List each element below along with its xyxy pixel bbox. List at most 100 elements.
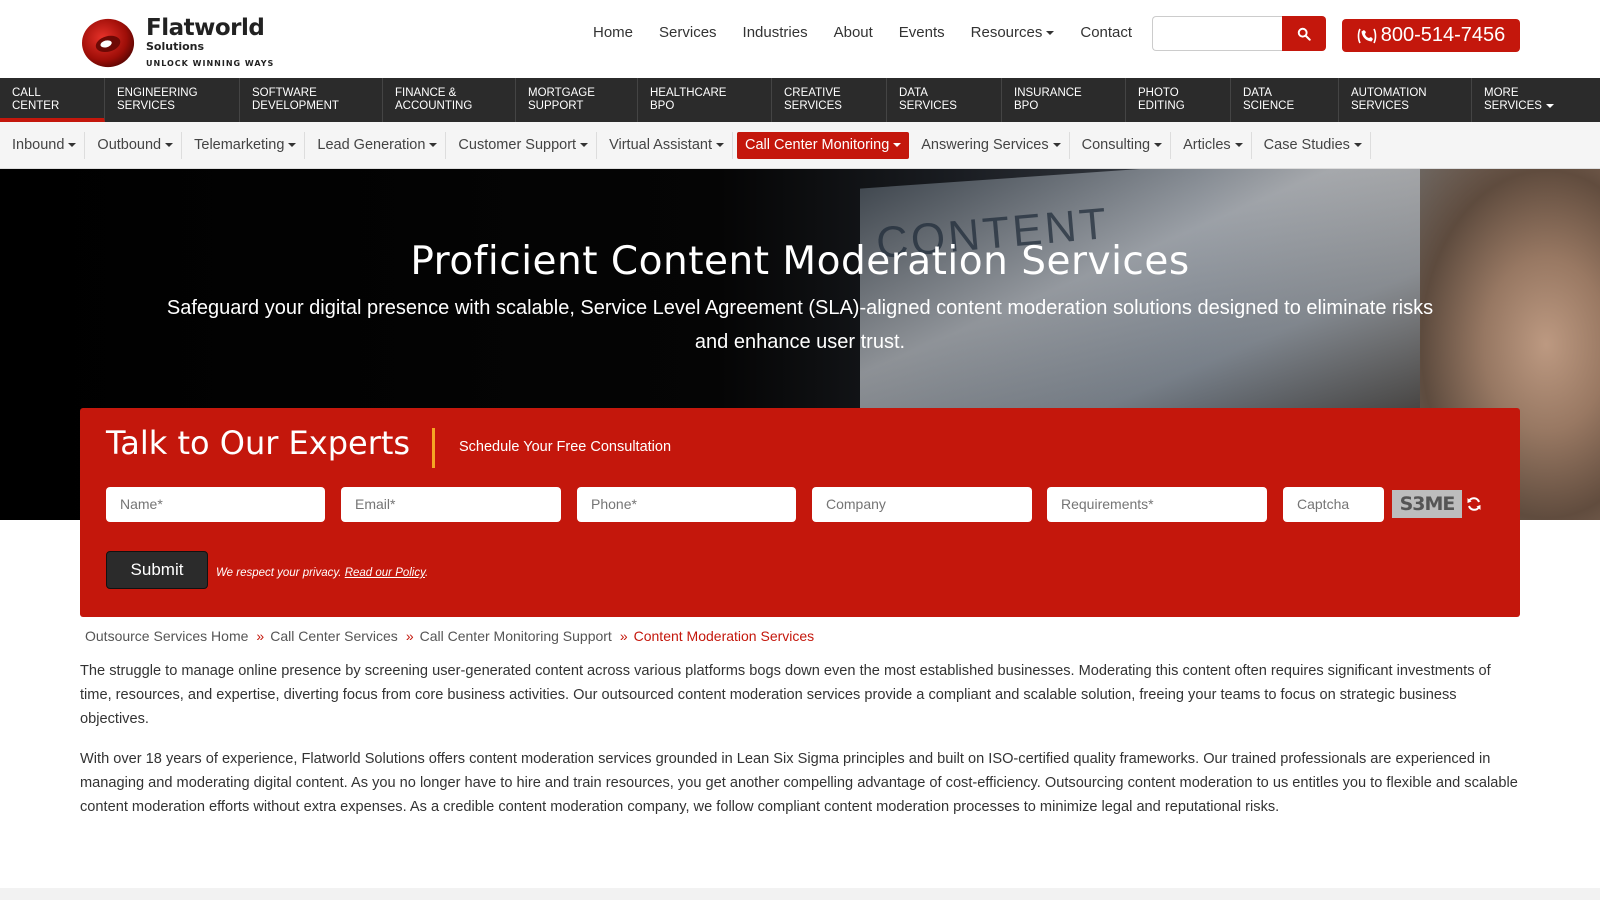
mainnav-label: MORE [1484, 87, 1519, 99]
subnav-label: Outbound [97, 136, 162, 153]
mainnav-label: CENTER [12, 100, 60, 112]
top-nav: Home Services Industries About Events Re… [580, 23, 1145, 43]
chevron-down-icon [1545, 103, 1554, 108]
subnav-case-studies[interactable]: Case Studies [1256, 131, 1371, 159]
mainnav-more-services[interactable]: MORE SERVICES [1472, 78, 1600, 122]
mainnav-label: DATA [899, 87, 928, 99]
mainnav-label: ACCOUNTING [395, 100, 473, 112]
subnav-answering-services[interactable]: Answering Services [913, 131, 1070, 159]
subnav-inbound[interactable]: Inbound [4, 131, 86, 159]
breadcrumb-separator: » [256, 628, 265, 644]
subnav-customer-support[interactable]: Customer Support [450, 131, 598, 159]
chevron-down-icon [288, 142, 297, 147]
mainnav-mortgage-support[interactable]: MORTGAGE SUPPORT [516, 78, 638, 122]
mainnav-software-development[interactable]: SOFTWARE DEVELOPMENT [240, 78, 383, 122]
subnav-label: Customer Support [458, 136, 577, 153]
mainnav-label: CREATIVE [784, 87, 841, 99]
subnav-telemarketing[interactable]: Telemarketing [186, 131, 306, 159]
mainnav-label: SCIENCE [1243, 100, 1295, 112]
chevron-down-icon [1052, 142, 1061, 147]
mainnav-label: SERVICES [117, 100, 175, 112]
mainnav-label: ENGINEERING [117, 87, 198, 99]
mainnav-label: BPO [650, 100, 675, 112]
breadcrumb-call-center[interactable]: Call Center Services [270, 628, 398, 644]
breadcrumb-call-center-monitoring[interactable]: Call Center Monitoring Support [420, 628, 612, 644]
mainnav-data-science[interactable]: DATA SCIENCE [1231, 78, 1339, 122]
subnav-label: Inbound [12, 136, 65, 153]
breadcrumb-separator: » [405, 628, 414, 644]
form-subtitle: Schedule Your Free Consultation [459, 439, 672, 455]
search-icon [1297, 27, 1311, 41]
subnav-lead-generation[interactable]: Lead Generation [309, 131, 447, 159]
mainnav-label: EDITING [1138, 100, 1185, 112]
mainnav-label: INSURANCE [1014, 87, 1082, 99]
topnav-home[interactable]: Home [580, 23, 646, 43]
topnav-contact[interactable]: Contact [1067, 23, 1145, 43]
mainnav-call-center[interactable]: CALL CENTER [0, 78, 105, 122]
privacy-policy-link[interactable]: Read our Policy [345, 567, 425, 579]
subnav-consulting[interactable]: Consulting [1074, 131, 1172, 159]
breadcrumb-home[interactable]: Outsource Services Home [85, 628, 248, 644]
subnav-label: Case Studies [1263, 136, 1350, 153]
mainnav-label: SOFTWARE [252, 87, 317, 99]
mainnav-label: SUPPORT [528, 100, 584, 112]
chevron-down-icon [1154, 142, 1163, 147]
brand-logo[interactable]: Flatworld Solutions UNLOCK WINNING WAYS [80, 14, 280, 70]
subnav-virtual-assistant[interactable]: Virtual Assistant [601, 131, 733, 159]
mainnav-label: AUTOMATION [1351, 87, 1427, 99]
breadcrumb-current: Content Moderation Services [633, 628, 815, 644]
topnav-events[interactable]: Events [886, 23, 958, 43]
privacy-text: We respect your privacy. [216, 567, 342, 579]
phone-number: 800-514-7456 [1380, 24, 1506, 46]
subnav-label: Articles [1183, 136, 1231, 153]
topnav-services[interactable]: Services [646, 23, 730, 43]
topnav-about[interactable]: About [821, 23, 886, 43]
mainnav-label: SERVICES [784, 100, 842, 112]
mainnav-data-services[interactable]: DATA SERVICES [887, 78, 1002, 122]
mainnav-photo-editing[interactable]: PHOTO EDITING [1126, 78, 1231, 122]
phone-button[interactable]: 800-514-7456 [1342, 19, 1520, 52]
phone-field[interactable] [577, 487, 796, 522]
topnav-resources-label: Resources [970, 24, 1043, 41]
captcha-field[interactable] [1283, 487, 1384, 522]
mainnav-label: SERVICES [1484, 100, 1542, 112]
main-nav: CALL CENTER ENGINEERING SERVICES SOFTWARE D… [0, 78, 1600, 122]
chevron-down-icon [1353, 142, 1362, 147]
topnav-industries[interactable]: Industries [730, 23, 821, 43]
email-field[interactable] [341, 487, 561, 522]
hero-subtitle: Safeguard your digital presence with sca… [166, 297, 1434, 353]
experience-paragraph: With over 18 years of experience, Flatwo… [80, 751, 1518, 815]
refresh-icon[interactable] [1466, 496, 1482, 512]
subnav-label: Lead Generation [317, 136, 426, 153]
chevron-down-icon [580, 142, 589, 147]
subnav-label: Call Center Monitoring [745, 136, 890, 153]
top-header: Flatworld Solutions UNLOCK WINNING WAYS … [0, 0, 1600, 78]
brand-name: Flatworld [146, 14, 265, 41]
chevron-down-icon [893, 142, 902, 147]
mainnav-label: PHOTO [1138, 87, 1179, 99]
mainnav-label: BPO [1014, 100, 1039, 112]
company-field[interactable] [812, 487, 1032, 522]
mainnav-finance-accounting[interactable]: FINANCE & ACCOUNTING [383, 78, 516, 122]
mainnav-engineering-services[interactable]: ENGINEERING SERVICES [105, 78, 240, 122]
mainnav-insurance-bpo[interactable]: INSURANCE BPO [1002, 78, 1126, 122]
subnav-call-center-monitoring[interactable]: Call Center Monitoring [737, 131, 910, 159]
mainnav-creative-services[interactable]: CREATIVE SERVICES [772, 78, 887, 122]
chevron-down-icon [1234, 142, 1243, 147]
breadcrumb-separator: » [619, 628, 628, 644]
mainnav-label: DATA [1243, 87, 1272, 99]
submit-button[interactable]: Submit [106, 551, 208, 589]
subnav-outbound[interactable]: Outbound [89, 131, 183, 159]
subnav-label: Telemarketing [194, 136, 285, 153]
mainnav-healthcare-bpo[interactable]: HEALTHCARE BPO [638, 78, 772, 122]
search-input[interactable] [1152, 16, 1282, 51]
subnav-articles[interactable]: Articles [1175, 131, 1252, 159]
brand-tagline: UNLOCK WINNING WAYS [146, 58, 275, 68]
breadcrumb: Outsource Services Home » Call Center Se… [85, 628, 814, 644]
name-field[interactable] [106, 487, 325, 522]
topnav-resources[interactable]: Resources [958, 23, 1068, 43]
requirements-field[interactable] [1047, 487, 1267, 522]
mainnav-automation-services[interactable]: AUTOMATION SERVICES [1339, 78, 1472, 122]
search-button[interactable] [1282, 16, 1326, 51]
page-title: Proficient Content Moderation Services [410, 239, 1190, 284]
